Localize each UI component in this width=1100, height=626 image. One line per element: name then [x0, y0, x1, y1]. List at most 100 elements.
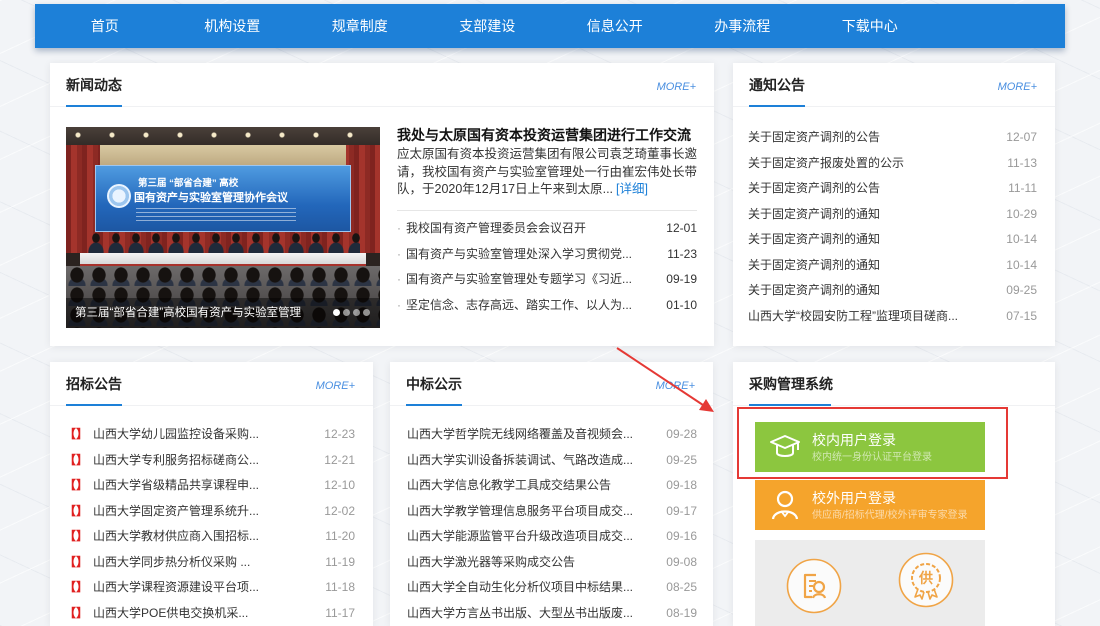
nav-item-procedures[interactable]: 办事流程 — [679, 4, 807, 48]
news-item-title: 国有资产与实验室管理处专题学习《习近... — [406, 272, 633, 286]
award-item-date: 09-08 — [666, 554, 697, 569]
notice-item[interactable]: 关于固定资产调剂的公告 12-07 — [748, 125, 1037, 151]
award-item[interactable]: 山西大学激光器等采购成交公告 09-08 — [407, 550, 697, 576]
tender-item[interactable]: 【】 山西大学POE供电交换机采... 11-17 — [64, 601, 355, 626]
notice-item[interactable]: 山西大学“校园安防工程”监理项目磋商... 07-15 — [748, 304, 1037, 330]
notice-item-title: 关于固定资产调剂的通知 — [748, 283, 881, 297]
award-item-title: 山西大学全自动生化分析仪项目中标结果... — [407, 580, 634, 594]
notice-item-date: 11-11 — [1008, 181, 1037, 195]
tenders-more-link[interactable]: MORE+ — [316, 379, 355, 393]
main-nav-list: 首页 机构设置 规章制度 支部建设 信息公开 办事流程 下载中心 — [35, 4, 1065, 48]
slide-indicator-dot[interactable] — [363, 309, 370, 316]
tender-item-title: 山西大学教材供应商入围招标... — [93, 529, 260, 543]
internal-login-button[interactable]: 校内用户登录 校内统一身份认证平台登录 — [755, 422, 985, 472]
notice-item-date: 12-07 — [1006, 130, 1037, 144]
award-item-date: 09-16 — [666, 529, 697, 543]
news-slide-photo[interactable]: 第三届 “部省合建” 高校 国有资产与实验室管理协作会议 第三届“部省合建”高校… — [66, 127, 380, 328]
internal-login-subtitle: 校内统一身份认证平台登录 — [812, 452, 932, 463]
notice-item[interactable]: 关于固定资产调剂的通知 10-14 — [748, 227, 1037, 253]
tender-item-title: 山西大学POE供电交换机采... — [93, 605, 249, 620]
nav-item-organization[interactable]: 机构设置 — [169, 4, 297, 48]
bullet-dot: · — [397, 221, 401, 235]
supplier-seal-icon: 供 — [898, 552, 954, 608]
nav-item-downloads[interactable]: 下载中心 — [806, 4, 934, 48]
person-icon — [771, 490, 799, 520]
notice-item-date: 07-15 — [1006, 308, 1037, 323]
tender-item-title: 山西大学固定资产管理系统升... — [93, 503, 260, 518]
internal-login-title: 校内用户登录 — [812, 432, 896, 448]
news-item[interactable]: · 我校国有资产管理委员会会议召开 12-01 — [397, 216, 697, 242]
award-item-title: 山西大学方言丛书出版、大型丛书出版废... — [407, 605, 634, 620]
award-item[interactable]: 山西大学能源监管平台升级改造项目成交... 09-16 — [407, 524, 697, 550]
tender-item-title: 山西大学省级精品共享课程申... — [93, 478, 260, 492]
award-item[interactable]: 山西大学教学管理信息服务平台项目成交... 09-17 — [407, 499, 697, 525]
external-login-title: 校外用户登录 — [812, 490, 896, 506]
featured-detail-link[interactable]: [详细] — [616, 182, 648, 196]
document-search-icon — [786, 558, 842, 614]
news-item-date: 12-01 — [666, 221, 697, 235]
featured-headline[interactable]: 我处与太原国有资本投资运营集团进行工作交流 — [397, 125, 709, 145]
document-search-shortcut[interactable] — [786, 558, 842, 614]
notice-item-date: 10-14 — [1006, 257, 1037, 272]
nav-item-information-disclosure[interactable]: 信息公开 — [551, 4, 679, 48]
notice-item[interactable]: 关于固定资产调剂的通知 10-29 — [748, 202, 1037, 228]
procurement-panel-title: 采购管理系统 — [749, 376, 833, 392]
red-bracket-marker: 【】 — [64, 427, 89, 441]
award-item-date: 09-18 — [666, 478, 697, 492]
title-underline — [749, 404, 831, 406]
tenders-panel-header: 招标公告 MORE+ — [50, 362, 373, 406]
slide-indicator-dot[interactable] — [343, 309, 350, 316]
featured-summary: 应太原国有资本投资运营集团有限公司袁芝琦董事长邀请，我校国有资产与实验室管理处一… — [397, 146, 699, 199]
tender-item[interactable]: 【】 山西大学省级精品共享课程申... 12-10 — [64, 473, 355, 499]
nav-item-party-branch[interactable]: 支部建设 — [424, 4, 552, 48]
slide-indicator-dot[interactable] — [353, 309, 360, 316]
award-item[interactable]: 山西大学实训设备拆装调试、气路改造成... 09-25 — [407, 448, 697, 474]
tender-item-date: 11-20 — [325, 529, 355, 543]
supplier-shortcut[interactable]: 供 — [898, 552, 954, 608]
tender-item[interactable]: 【】 山西大学固定资产管理系统升... 12-02 — [64, 499, 355, 525]
news-item[interactable]: · 坚定信念、志存高远、踏实工作、以人为... 01-10 — [397, 293, 697, 319]
award-item[interactable]: 山西大学方言丛书出版、大型丛书出版废... 08-19 — [407, 601, 697, 626]
news-more-link[interactable]: MORE+ — [657, 80, 696, 94]
award-item-date: 08-25 — [666, 580, 697, 594]
notice-item[interactable]: 关于固定资产报废处置的公示 11-13 — [748, 151, 1037, 177]
tender-item[interactable]: 【】 山西大学专利服务招标磋商公... 12-21 — [64, 448, 355, 474]
nav-item-home[interactable]: 首页 — [41, 4, 169, 48]
awards-more-link[interactable]: MORE+ — [656, 379, 695, 393]
award-item[interactable]: 山西大学全自动生化分析仪项目中标结果... 08-25 — [407, 575, 697, 601]
tender-item[interactable]: 【】 山西大学幼儿园监控设备采购... 12-23 — [64, 422, 355, 448]
slide-indicator-dot[interactable] — [333, 309, 340, 316]
notice-item[interactable]: 关于固定资产调剂的公告 11-11 — [748, 176, 1037, 202]
news-item-title: 坚定信念、志存高远、踏实工作、以人为... — [406, 297, 633, 312]
news-item[interactable]: · 国有资产与实验室管理处专题学习《习近... 09-19 — [397, 267, 697, 293]
photo-stage-table — [80, 253, 366, 267]
red-bracket-marker: 【】 — [64, 452, 89, 467]
tender-item[interactable]: 【】 山西大学同步热分析仪采购 ... 11-19 — [64, 550, 355, 576]
awards-list: 山西大学哲学院无线网络覆盖及音视频会... 09-28 山西大学实训设备拆装调试、气… — [407, 422, 697, 626]
notices-more-link[interactable]: MORE+ — [998, 80, 1037, 94]
tender-item-date: 12-23 — [324, 427, 355, 441]
tenders-list: 【】 山西大学幼儿园监控设备采购... 12-23 【】 山西大学专利服务招标磋商公..… — [64, 422, 355, 626]
award-item[interactable]: 山西大学信息化教学工具成交结果公告 09-18 — [407, 473, 697, 499]
tender-item[interactable]: 【】 山西大学教材供应商入围招标... 11-20 — [64, 524, 355, 550]
bullet-dot: · — [397, 246, 401, 261]
award-item-date: 08-19 — [666, 605, 697, 620]
nav-item-regulations[interactable]: 规章制度 — [296, 4, 424, 48]
red-bracket-marker: 【】 — [64, 529, 89, 543]
notice-item-date: 10-14 — [1006, 232, 1037, 246]
notice-item-title: 山西大学“校园安防工程”监理项目磋商... — [748, 308, 958, 323]
banner-line-2: 国有资产与实验室管理协作会议 — [134, 192, 288, 204]
award-item[interactable]: 山西大学哲学院无线网络覆盖及音视频会... 09-28 — [407, 422, 697, 448]
tender-item-date: 12-02 — [324, 503, 355, 518]
divider — [397, 210, 697, 211]
notice-item[interactable]: 关于固定资产调剂的通知 10-14 — [748, 253, 1037, 279]
news-item-title: 国有资产与实验室管理处深入学习贯彻党... — [406, 246, 633, 261]
external-login-button[interactable]: 校外用户登录 供应商/招标代理/校外评审专家登录 — [755, 480, 985, 530]
tender-item-date: 11-18 — [325, 580, 355, 594]
tender-item[interactable]: 【】 山西大学课程资源建设平台项... 11-18 — [64, 575, 355, 601]
slide-indicators — [333, 309, 370, 316]
red-bracket-marker: 【】 — [64, 605, 89, 620]
notice-item[interactable]: 关于固定资产调剂的通知 09-25 — [748, 278, 1037, 304]
news-panel-title: 新闻动态 — [66, 77, 122, 93]
news-item[interactable]: · 国有资产与实验室管理处深入学习贯彻党... 11-23 — [397, 242, 697, 268]
